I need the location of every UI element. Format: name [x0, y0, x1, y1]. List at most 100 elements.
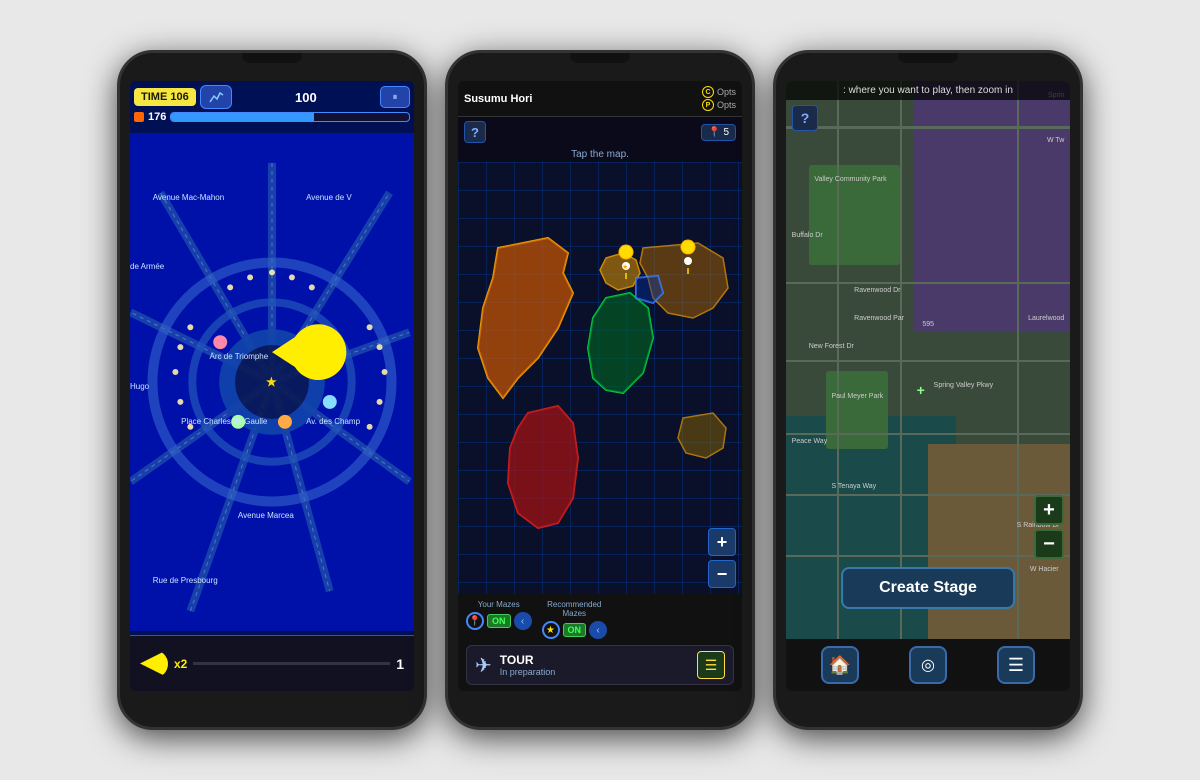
stage-zoom-in[interactable]: +: [1034, 495, 1064, 525]
suburb-map: + Sprin W Tw Valley Community Park Buffa…: [786, 81, 1070, 639]
stage-map-controls: + −: [1034, 495, 1064, 559]
recommended-toggle[interactable]: ON: [563, 623, 587, 637]
recommended-label: RecommendedMazes: [547, 600, 601, 618]
svg-text:★: ★: [266, 375, 277, 389]
world-map-bottom: Your Mazes 📍 ON ‹ RecommendedMazes: [458, 594, 742, 691]
road-v2: [900, 81, 902, 639]
help-button[interactable]: ?: [464, 121, 486, 143]
stage-bottom-bar: 🏠 ◎ ☰: [786, 639, 1070, 691]
label-buffalo: Buffalo Dr: [792, 232, 823, 239]
label-hacier: W Hacier: [1030, 566, 1059, 573]
phone-3: + Sprin W Tw Valley Community Park Buffa…: [773, 50, 1083, 730]
map-label-presbourg: Rue de Presbourg: [153, 576, 218, 585]
road-h3: [786, 360, 1070, 362]
score-value: 100: [236, 90, 376, 105]
your-mazes-label: Your Mazes: [478, 600, 520, 609]
world-map-header: Susumu Hori C Opts P Opts: [458, 81, 742, 117]
label-valley-park: Valley Community Park: [814, 176, 886, 183]
map-label-avenue-v: Avenue de V: [306, 193, 352, 202]
stage-zoom-out[interactable]: −: [1034, 529, 1064, 559]
tour-text: TOUR In preparation: [500, 653, 689, 677]
world-map-subheader: ? 📍 5: [458, 117, 742, 147]
map-label-marcea: Avenue Marcea: [238, 511, 294, 520]
road-h2: [786, 282, 1070, 284]
recommended-icon: ★: [542, 621, 560, 639]
map-label-champ: Av. des Champ: [306, 417, 360, 426]
create-stage-button[interactable]: Create Stage: [841, 567, 1015, 609]
recommended-mazes-group: RecommendedMazes ★ ON ‹: [542, 600, 608, 639]
pac-button[interactable]: ◎: [909, 646, 947, 684]
your-mazes-arrow[interactable]: ‹: [514, 612, 532, 630]
label-paul-meyer: Paul Meyer Park: [831, 393, 883, 400]
energy-bar-fill: [171, 113, 314, 121]
road-v3: [1017, 81, 1019, 639]
home-icon: 🏠: [829, 655, 851, 676]
phone-2: Susumu Hori C Opts P Opts ? 📍: [445, 50, 755, 730]
location-button[interactable]: 📍 5: [701, 124, 736, 141]
coin-row-2: P Opts: [702, 99, 736, 111]
opts-2: Opts: [717, 100, 736, 110]
pacman-life-icon: [140, 650, 168, 678]
coin-icon: [134, 112, 144, 122]
recommended-arrow[interactable]: ‹: [589, 621, 607, 639]
road-h1: [786, 126, 1070, 129]
world-map-screen: Susumu Hori C Opts P Opts ? 📍: [458, 81, 742, 691]
coin-row-1: C Opts: [702, 86, 736, 98]
location-marker: +: [917, 382, 925, 398]
road-h4: [786, 433, 1070, 435]
location-icon: 📍: [708, 127, 720, 138]
paul-meyer-park: [826, 371, 888, 449]
game-map[interactable]: ★ Avenue Mac-Mahon Avenue de V Arc de Tr…: [130, 133, 414, 631]
menu-icon: ☰: [1008, 655, 1024, 676]
game-hud: TIME 106 100 ⏸ 176: [130, 81, 414, 123]
map-label-place: Place Charles de Gaulle: [181, 417, 267, 426]
lives-count: x2: [174, 657, 187, 671]
label-ravenwood-par: Ravenwood Par: [854, 315, 904, 322]
svg-text:★: ★: [622, 263, 628, 271]
stage-number: 1: [396, 656, 404, 672]
world-map-area[interactable]: ★ + −: [458, 162, 742, 594]
your-mazes-icon: 📍: [466, 612, 484, 630]
menu-button[interactable]: ☰: [697, 651, 725, 679]
your-mazes-toggle[interactable]: ON: [487, 614, 511, 628]
location-count: 5: [723, 127, 729, 138]
road-v1: [837, 81, 839, 639]
username-display: Susumu Hori: [464, 93, 698, 105]
map-label-armee: de Armée: [130, 262, 164, 271]
map-label-hugo: Hugo: [130, 382, 149, 391]
plane-icon: ✈: [475, 653, 492, 678]
stage-help-button[interactable]: ?: [792, 105, 818, 131]
map-label-avenue-mac-mahon: Avenue Mac-Mahon: [153, 193, 224, 202]
road-h6: [786, 555, 1070, 557]
tap-hint: Tap the map.: [458, 147, 742, 162]
tour-title: TOUR: [500, 653, 689, 667]
purple-zone: [914, 81, 1070, 332]
stage-map-area[interactable]: + Sprin W Tw Valley Community Park Buffa…: [786, 81, 1070, 639]
pac-icon: ◎: [921, 655, 935, 675]
label-laurelwood: Laurelwood: [1028, 315, 1064, 322]
coin-c-icon: C: [702, 86, 714, 98]
label-spring-valley: Spring Valley Pkwy: [934, 382, 993, 389]
tour-row: ✈ TOUR In preparation ☰: [466, 645, 734, 685]
home-button[interactable]: 🏠: [821, 646, 859, 684]
label-w-tw: W Tw: [1047, 137, 1064, 144]
map-label-arc: Arc de Triomphe: [210, 352, 269, 361]
stage-creator-screen: + Sprin W Tw Valley Community Park Buffa…: [786, 81, 1070, 691]
coin-count: 176: [148, 111, 166, 123]
phone-notch-2: [570, 53, 630, 63]
label-new-forest: New Forest Dr: [809, 343, 854, 350]
energy-bar: [170, 112, 410, 122]
opts-1: Opts: [717, 87, 736, 97]
label-595: 595: [922, 321, 934, 328]
bottom-separator: [193, 662, 390, 665]
pause-button[interactable]: ⏸: [380, 86, 410, 108]
coin-group: C Opts P Opts: [702, 86, 736, 111]
phone-notch-1: [242, 53, 302, 63]
time-display: TIME 106: [134, 88, 196, 106]
score-icon: [200, 85, 232, 109]
stage-menu-button[interactable]: ☰: [997, 646, 1035, 684]
your-mazes-group: Your Mazes 📍 ON ‹: [466, 600, 532, 639]
maze-toggles: Your Mazes 📍 ON ‹ RecommendedMazes: [466, 600, 734, 639]
hint-text: : where you want to play, then zoom in: [786, 81, 1070, 100]
tour-subtitle: In preparation: [500, 667, 689, 677]
